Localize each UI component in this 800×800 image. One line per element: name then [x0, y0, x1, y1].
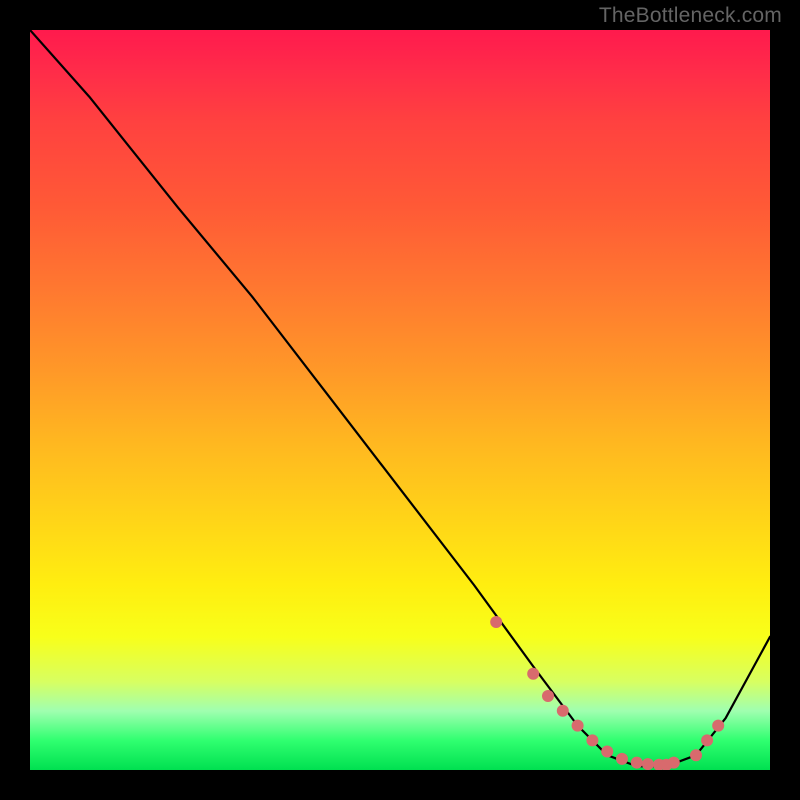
marker-dot [668, 757, 680, 769]
marker-dot [616, 753, 628, 765]
marker-dot [490, 616, 502, 628]
marker-group [490, 616, 724, 770]
marker-dot [586, 734, 598, 746]
marker-dot [690, 749, 702, 761]
marker-dot [527, 668, 539, 680]
marker-dot [601, 746, 613, 758]
chart-figure: TheBottleneck.com [0, 0, 800, 800]
marker-dot [642, 758, 654, 770]
marker-dot [701, 734, 713, 746]
watermark-label: TheBottleneck.com [599, 4, 782, 28]
marker-dot [542, 690, 554, 702]
plot-area [30, 30, 770, 770]
marker-dot [572, 720, 584, 732]
marker-dot [631, 757, 643, 769]
marker-dot [712, 720, 724, 732]
marker-dot [557, 705, 569, 717]
chart-overlay-svg [30, 30, 770, 770]
bottleneck-curve-line [30, 30, 770, 766]
